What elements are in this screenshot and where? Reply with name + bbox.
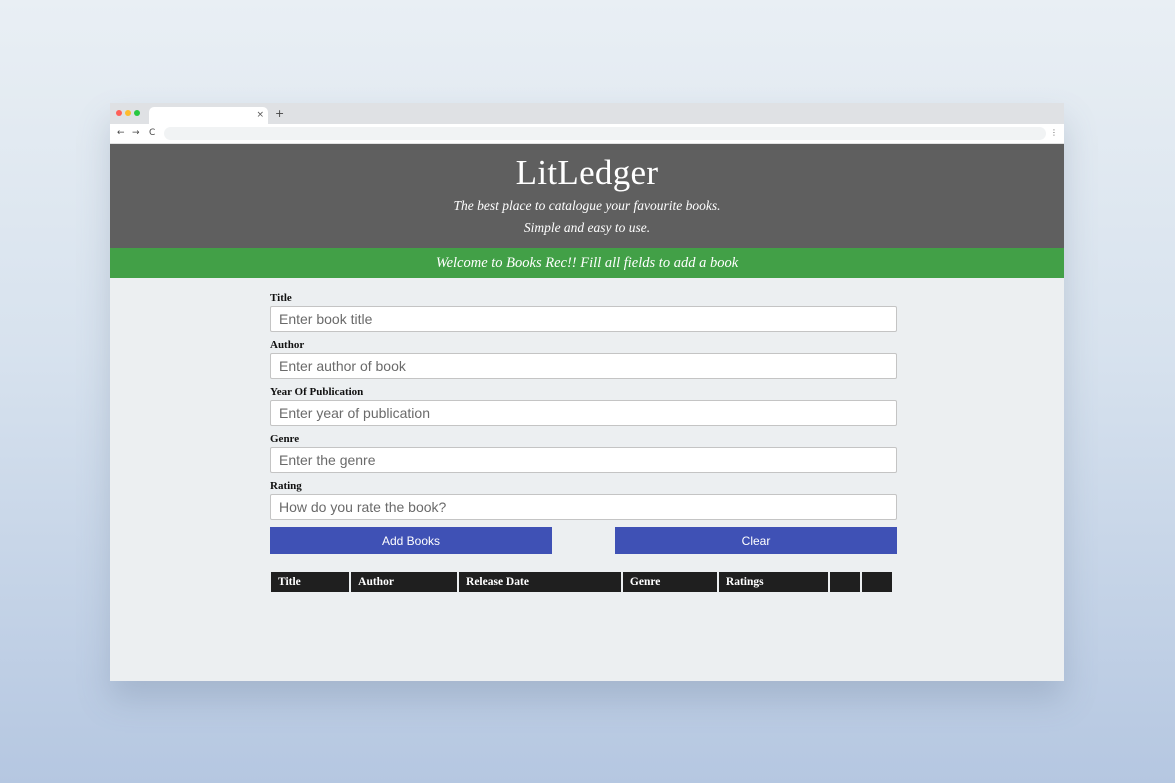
rating-field: Rating xyxy=(270,480,897,520)
back-arrow-icon[interactable]: ← xyxy=(117,127,125,139)
rating-label: Rating xyxy=(270,480,302,492)
column-header-ratings: Ratings xyxy=(718,572,828,592)
browser-toolbar: ← → C ⋮ xyxy=(110,124,1064,144)
tab-bar: × + xyxy=(110,103,1064,124)
clear-button[interactable]: Clear xyxy=(615,527,897,554)
site-title: LitLedger xyxy=(515,153,659,192)
site-header: LitLedger The best place to catalogue yo… xyxy=(110,144,1064,248)
genre-label: Genre xyxy=(270,433,300,445)
title-label: Title xyxy=(270,292,292,304)
form-buttons: Add Books Clear xyxy=(270,527,897,554)
tagline-line-2: Simple and easy to use. xyxy=(523,220,651,235)
year-label: Year Of Publication xyxy=(270,386,364,398)
year-input[interactable] xyxy=(270,400,897,426)
add-book-form: Title Author Year Of Publication Genre R… xyxy=(270,292,897,554)
genre-input[interactable] xyxy=(270,447,897,473)
title-field: Title xyxy=(270,292,897,332)
column-header-edit xyxy=(829,572,861,592)
title-input[interactable] xyxy=(270,306,897,332)
new-tab-icon[interactable]: + xyxy=(275,107,284,121)
books-table: Title Author Release Date Genre Ratings xyxy=(269,572,894,592)
table-header-row: Title Author Release Date Genre Ratings xyxy=(271,572,892,592)
year-field: Year Of Publication xyxy=(270,386,897,426)
maximize-window-button[interactable] xyxy=(134,110,140,116)
author-input[interactable] xyxy=(270,353,897,379)
column-header-title: Title xyxy=(271,572,350,592)
address-bar[interactable] xyxy=(164,127,1046,140)
column-header-author: Author xyxy=(351,572,458,592)
rating-input[interactable] xyxy=(270,494,897,520)
add-books-button[interactable]: Add Books xyxy=(270,527,552,554)
reload-icon[interactable]: C xyxy=(149,127,155,139)
tagline-line-1: The best place to catalogue your favouri… xyxy=(453,198,721,213)
column-header-delete xyxy=(862,572,892,592)
browser-window: × + ← → C ⋮ LitLedger The best place to … xyxy=(110,103,1064,681)
window-controls xyxy=(116,110,140,116)
welcome-banner: Welcome to Books Rec!! Fill all fields t… xyxy=(110,248,1064,278)
forward-arrow-icon[interactable]: → xyxy=(132,127,140,139)
tab-close-icon[interactable]: × xyxy=(256,109,264,121)
browser-menu-icon[interactable]: ⋮ xyxy=(1050,127,1058,139)
column-header-release-date: Release Date xyxy=(459,572,621,592)
genre-field: Genre xyxy=(270,433,897,473)
minimize-window-button[interactable] xyxy=(125,110,131,116)
author-field: Author xyxy=(270,339,897,379)
close-window-button[interactable] xyxy=(116,110,122,116)
browser-tab[interactable]: × xyxy=(149,107,268,124)
author-label: Author xyxy=(270,339,305,351)
column-header-genre: Genre xyxy=(622,572,717,592)
